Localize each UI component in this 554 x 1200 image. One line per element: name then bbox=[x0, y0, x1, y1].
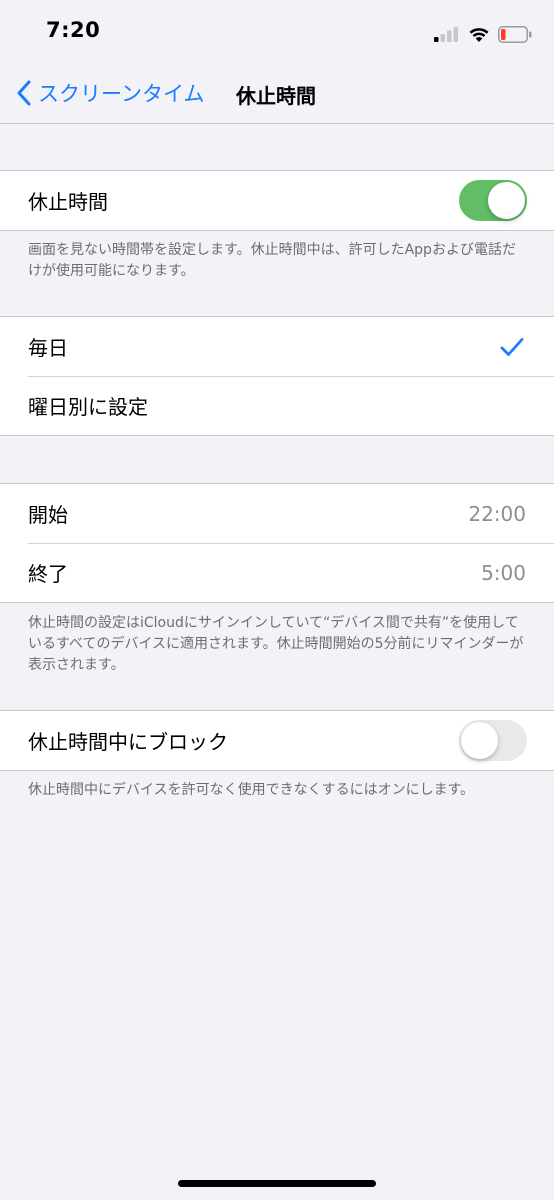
end-time-value: 5:00 bbox=[481, 560, 526, 585]
end-time-label: 終了 bbox=[28, 562, 68, 586]
schedule-option-label: 曜日別に設定 bbox=[28, 395, 148, 419]
schedule-option-everyday[interactable]: 毎日 bbox=[0, 317, 554, 376]
start-time-label: 開始 bbox=[28, 503, 68, 527]
chevron-left-icon bbox=[17, 80, 31, 106]
downtime-label: 休止時間 bbox=[28, 190, 108, 214]
schedule-option-custom-days[interactable]: 曜日別に設定 bbox=[0, 376, 554, 435]
home-indicator[interactable] bbox=[178, 1180, 376, 1187]
back-button-label: スクリーンタイム bbox=[38, 82, 205, 106]
block-toggle[interactable] bbox=[459, 720, 527, 761]
schedule-group: 毎日 曜日別に設定 bbox=[0, 316, 554, 436]
block-footnote: 休止時間中にデバイスを許可なく使用できなくするにはオンにします。 bbox=[28, 782, 475, 798]
page-title: 休止時間 bbox=[236, 84, 316, 108]
block-group: 休止時間中にブロック bbox=[0, 710, 554, 771]
checkmark-icon bbox=[500, 337, 524, 356]
downtime-row: 休止時間 bbox=[0, 171, 554, 230]
back-button[interactable]: スクリーンタイム bbox=[16, 78, 205, 108]
toggle-knob bbox=[461, 722, 498, 759]
cellular-signal-icon bbox=[434, 27, 458, 42]
battery-low-icon bbox=[498, 25, 532, 43]
downtime-toggle[interactable] bbox=[459, 180, 527, 221]
toggle-knob bbox=[488, 182, 525, 219]
wifi-icon bbox=[469, 28, 489, 42]
end-time-row[interactable]: 終了 5:00 bbox=[0, 543, 554, 602]
block-label: 休止時間中にブロック bbox=[28, 730, 228, 754]
times-footnote: 休止時間の設定はiCloudにサインインしていて“デバイス間で共有”を使用してい… bbox=[28, 615, 524, 673]
status-bar: 7:20 bbox=[0, 0, 554, 60]
block-row: 休止時間中にブロック bbox=[0, 711, 554, 770]
schedule-option-label: 毎日 bbox=[28, 336, 68, 360]
start-time-value: 22:00 bbox=[468, 501, 526, 526]
status-icons bbox=[434, 22, 532, 46]
start-time-row[interactable]: 開始 22:00 bbox=[0, 484, 554, 543]
downtime-group: 休止時間 bbox=[0, 170, 554, 231]
downtime-footnote: 画面を見ない時間帯を設定します。休止時間中は、許可したAppおよび電話だけが使用… bbox=[28, 242, 516, 279]
status-time: 7:20 bbox=[46, 18, 101, 42]
navigation-bar: スクリーンタイム 休止時間 bbox=[0, 60, 554, 124]
times-group: 開始 22:00 終了 5:00 bbox=[0, 483, 554, 603]
